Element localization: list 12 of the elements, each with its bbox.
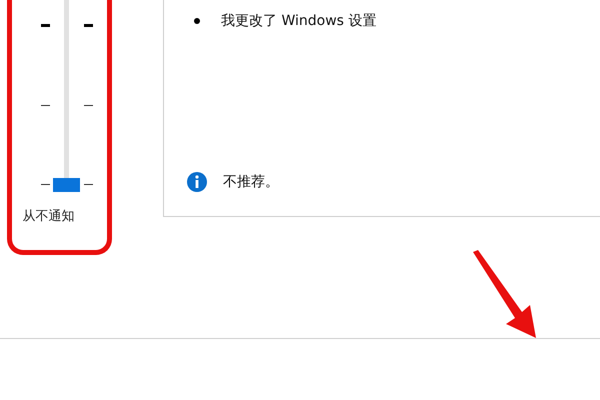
bullet-icon xyxy=(194,18,200,24)
tick-mark xyxy=(41,105,50,106)
tick-mark xyxy=(41,184,50,185)
tick-mark xyxy=(84,105,93,106)
bullet-text: 我更改了 Windows 设置 xyxy=(221,12,376,30)
tick-mark xyxy=(41,24,50,27)
tick-mark xyxy=(84,184,93,185)
info-icon xyxy=(187,172,207,192)
tick-mark xyxy=(84,24,93,27)
slider-label: 从不通知 xyxy=(22,208,74,225)
note-text: 不推荐。 xyxy=(223,173,279,191)
slider-thumb[interactable] xyxy=(53,178,80,192)
